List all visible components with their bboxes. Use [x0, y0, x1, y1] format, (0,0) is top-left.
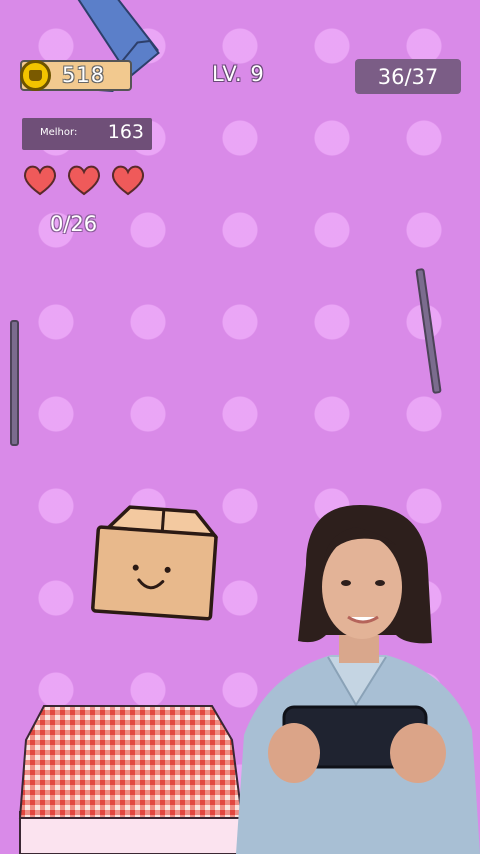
- cat-coin-icon: [20, 60, 51, 91]
- stack-progress: 36/37: [355, 59, 461, 94]
- best-score-value: 163: [107, 121, 144, 143]
- best-score-label: Melhor:: [40, 127, 78, 138]
- blue-ribbon-decoration: [77, 0, 160, 93]
- checkered-table: [18, 705, 245, 854]
- heart-icon: [67, 165, 101, 196]
- left-rail: [10, 320, 19, 446]
- right-rail: [415, 267, 442, 395]
- heart-icon: [23, 165, 57, 196]
- best-score-panel: Melhor: 163: [22, 118, 152, 150]
- lives-indicator: [22, 164, 146, 198]
- heart-icon: [111, 165, 145, 196]
- level-label: LV. 9: [212, 62, 265, 86]
- smiling-box[interactable]: [88, 503, 222, 625]
- collected-counter: 0/26: [50, 212, 98, 236]
- player-video-overlay: [236, 505, 480, 854]
- coin-count: 518: [62, 63, 106, 87]
- coin-counter: 518: [20, 60, 132, 91]
